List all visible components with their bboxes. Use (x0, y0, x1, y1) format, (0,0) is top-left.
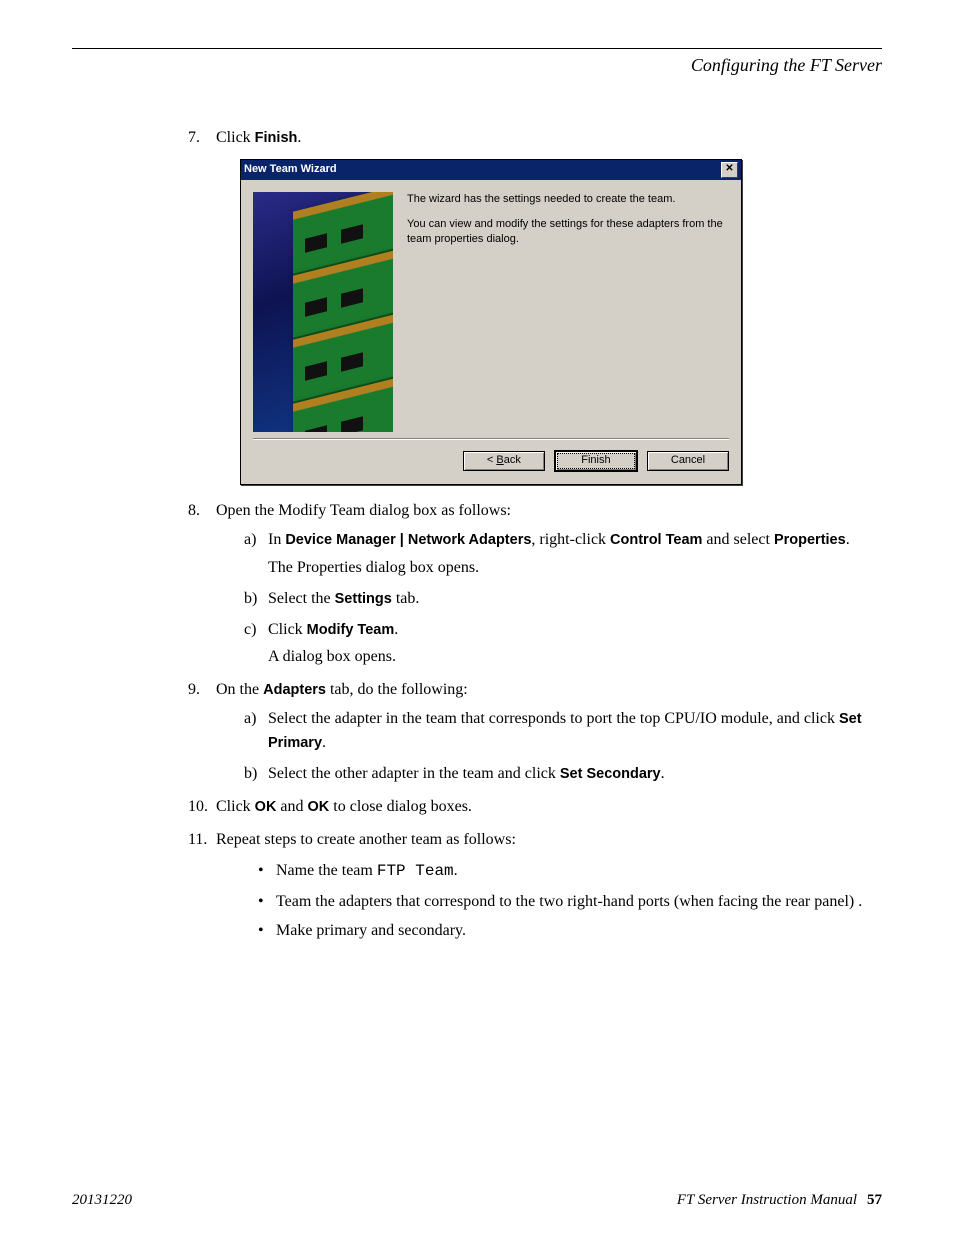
step-11: 11. Repeat steps to create another team … (188, 828, 872, 942)
back-button[interactable]: < Back (463, 451, 545, 471)
step-10-num: 10. (188, 795, 208, 818)
finish-label: Finish (255, 130, 298, 146)
dialog-title: New Team Wizard (244, 162, 337, 178)
step-9b: b) Select the other adapter in the team … (244, 762, 872, 785)
dialog-titlebar: New Team Wizard ✕ (241, 160, 741, 180)
cancel-button[interactable]: Cancel (647, 451, 729, 471)
page-number: 57 (867, 1192, 882, 1208)
step-8c: c) Click Modify Team. A dialog box opens… (244, 618, 872, 668)
dialog-buttons: < Back Finish Cancel (241, 440, 741, 484)
step-10: 10. Click OK and OK to close dialog boxe… (188, 795, 872, 818)
step-8-num: 8. (188, 499, 200, 522)
footer-date: 20131220 (72, 1192, 132, 1209)
step-7: 7. Click Finish. New Team Wizard ✕ (188, 126, 872, 485)
step-11-bullet-1: Name the team FTP Team. (258, 859, 872, 883)
step-8a: a) In Device Manager | Network Adapters,… (244, 528, 872, 578)
dialog-text: The wizard has the settings needed to cr… (407, 192, 729, 432)
step-8-text: Open the Modify Team dialog box as follo… (216, 502, 511, 519)
finish-button[interactable]: Finish (554, 450, 638, 472)
step-7-num: 7. (188, 126, 200, 149)
page-footer: 20131220 FT Server Instruction Manual57 (72, 1192, 882, 1209)
wizard-graphic (253, 192, 393, 432)
step-8: 8. Open the Modify Team dialog box as fo… (188, 499, 872, 668)
step-9: 9. On the Adapters tab, do the following… (188, 678, 872, 785)
step-9-num: 9. (188, 678, 200, 701)
step-11-bullet-3: Make primary and secondary. (258, 919, 872, 942)
step-11-bullet-2: Team the adapters that correspond to the… (258, 890, 872, 913)
wizard-dialog: New Team Wizard ✕ The wizard has the set… (240, 159, 742, 485)
footer-manual: FT Server Instruction Manual57 (677, 1192, 882, 1209)
step-8b: b) Select the Settings tab. (244, 587, 872, 610)
close-button[interactable]: ✕ (721, 162, 738, 178)
step-9a: a) Select the adapter in the team that c… (244, 707, 872, 753)
step-11-num: 11. (188, 828, 207, 851)
step-7-text: Click Finish. (216, 129, 301, 146)
running-head: Configuring the FT Server (72, 55, 882, 76)
